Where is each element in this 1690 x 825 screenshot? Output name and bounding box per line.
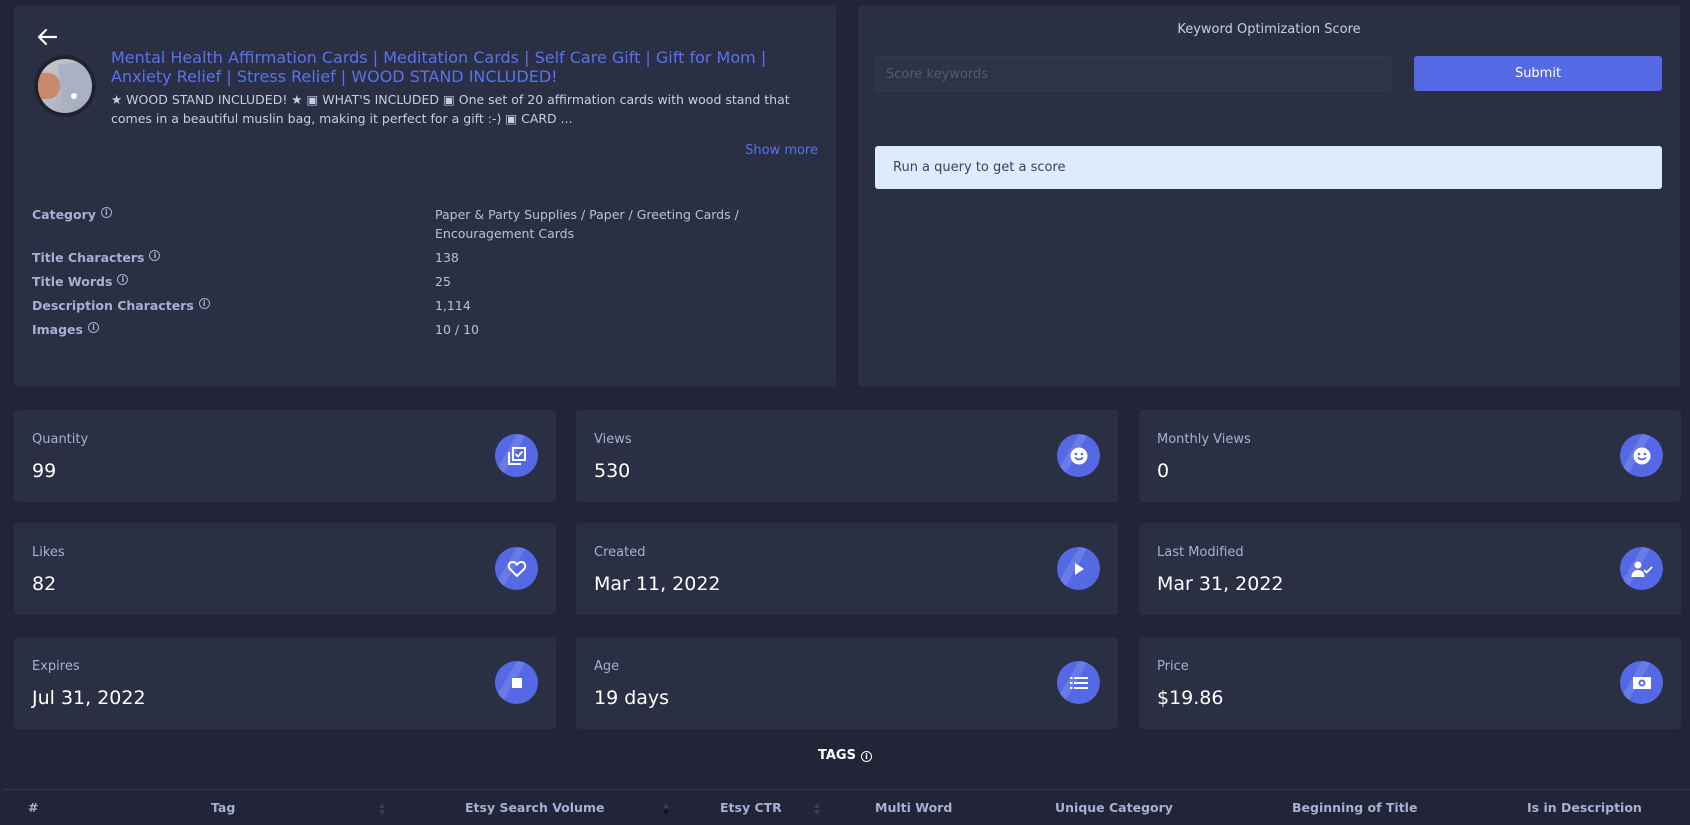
detail-row-title-characters: Title Characters i 138 bbox=[32, 248, 822, 267]
table-divider bbox=[3, 789, 1690, 790]
column-header-number: # bbox=[28, 800, 39, 815]
detail-value: 25 bbox=[435, 274, 451, 289]
column-header-etsy-search-volume[interactable]: Etsy Search Volume bbox=[465, 800, 604, 815]
info-icon[interactable]: i bbox=[87, 322, 99, 333]
sort-desc-icon[interactable] bbox=[662, 802, 670, 816]
stat-label: Quantity bbox=[32, 432, 89, 447]
info-icon[interactable]: i bbox=[100, 207, 112, 218]
show-more-link[interactable]: Show more bbox=[745, 143, 818, 158]
stat-label: Price bbox=[1157, 659, 1189, 674]
smiley-icon bbox=[1057, 434, 1100, 477]
detail-value: Paper & Party Supplies / Paper / Greetin… bbox=[435, 207, 739, 241]
detail-row-description-characters: Description Characters i 1,114 bbox=[32, 296, 822, 315]
detail-value: 10 / 10 bbox=[435, 322, 479, 337]
info-icon[interactable]: i bbox=[117, 274, 129, 285]
detail-value: 1,114 bbox=[435, 298, 471, 313]
column-header-is-in-description: Is in Description bbox=[1527, 800, 1642, 815]
stat-card-price: Price $19.86 bbox=[1139, 637, 1681, 729]
heart-icon bbox=[495, 547, 538, 590]
stat-label: Expires bbox=[32, 659, 80, 674]
stat-label: Likes bbox=[32, 545, 65, 560]
stop-icon bbox=[495, 661, 538, 704]
listing-panel: Mental Health Affirmation Cards | Medita… bbox=[14, 5, 836, 387]
stat-label: Created bbox=[594, 545, 646, 560]
listing-title-link[interactable]: Mental Health Affirmation Cards | Medita… bbox=[111, 48, 831, 86]
stat-card-created: Created Mar 11, 2022 bbox=[576, 523, 1118, 615]
stat-card-views: Views 530 bbox=[576, 410, 1118, 502]
stat-card-quantity: Quantity 99 bbox=[14, 410, 556, 502]
back-button[interactable] bbox=[34, 25, 60, 49]
keyword-score-panel: Keyword Optimization Score Submit Run a … bbox=[858, 5, 1680, 387]
column-header-tag[interactable]: Tag bbox=[211, 800, 235, 815]
listing-details: Category i Paper & Party Supplies / Paper… bbox=[32, 205, 822, 344]
detail-label: Description Characters bbox=[32, 298, 194, 313]
smiley-icon bbox=[1620, 434, 1663, 477]
submit-button[interactable]: Submit bbox=[1414, 56, 1662, 91]
detail-row-category: Category i Paper & Party Supplies / Paper… bbox=[32, 205, 822, 243]
stat-card-last-modified: Last Modified Mar 31, 2022 bbox=[1139, 523, 1681, 615]
info-icon[interactable]: i bbox=[149, 250, 161, 261]
column-header-multi-word: Multi Word bbox=[875, 800, 953, 815]
tags-table-header: # Tag Etsy Search Volume Etsy CTR Multi … bbox=[0, 800, 1690, 825]
stat-value: 82 bbox=[32, 573, 57, 595]
sort-icon[interactable] bbox=[813, 802, 821, 816]
stat-label: Last Modified bbox=[1157, 545, 1244, 560]
detail-label: Category bbox=[32, 207, 96, 222]
keyword-score-title: Keyword Optimization Score bbox=[1177, 22, 1361, 37]
listing-description: ★ WOOD STAND INCLUDED! ★ ▣ WHAT'S INCLUD… bbox=[111, 92, 790, 126]
detail-value: 138 bbox=[435, 250, 459, 265]
column-header-unique-category: Unique Category bbox=[1055, 800, 1173, 815]
tags-section-title: TAGS i bbox=[0, 748, 1690, 763]
detail-label: Title Characters bbox=[32, 250, 145, 265]
stat-card-monthly-views: Monthly Views 0 bbox=[1139, 410, 1681, 502]
list-icon bbox=[1057, 661, 1100, 704]
stat-value: 99 bbox=[32, 460, 57, 482]
money-icon bbox=[1620, 661, 1663, 704]
stat-value: 530 bbox=[594, 460, 631, 482]
play-icon bbox=[1057, 547, 1100, 590]
stat-value: 19 days bbox=[594, 687, 670, 709]
stat-value: Mar 31, 2022 bbox=[1157, 573, 1284, 595]
info-icon[interactable]: i bbox=[860, 751, 872, 762]
stat-label: Monthly Views bbox=[1157, 432, 1251, 447]
detail-row-images: Images i 10 / 10 bbox=[32, 320, 822, 339]
stat-value: Mar 11, 2022 bbox=[594, 573, 721, 595]
copy-check-icon bbox=[495, 434, 538, 477]
user-check-icon bbox=[1620, 547, 1663, 590]
score-result-alert: Run a query to get a score bbox=[875, 146, 1662, 189]
stat-card-likes: Likes 82 bbox=[14, 523, 556, 615]
stat-card-age: Age 19 days bbox=[576, 637, 1118, 729]
stat-value: Jul 31, 2022 bbox=[32, 687, 146, 709]
detail-label: Title Words bbox=[32, 274, 113, 289]
stat-value: $19.86 bbox=[1157, 687, 1224, 709]
column-header-etsy-ctr[interactable]: Etsy CTR bbox=[720, 800, 782, 815]
info-icon[interactable]: i bbox=[198, 298, 210, 309]
detail-row-title-words: Title Words i 25 bbox=[32, 272, 822, 291]
tags-title-text: TAGS bbox=[818, 748, 856, 763]
arrow-left-icon bbox=[37, 28, 58, 46]
score-keywords-input[interactable] bbox=[875, 56, 1391, 92]
stat-card-expires: Expires Jul 31, 2022 bbox=[14, 637, 556, 729]
detail-label: Images bbox=[32, 322, 83, 337]
column-header-beginning-of-title: Beginning of Title bbox=[1292, 800, 1418, 815]
sort-icon[interactable] bbox=[378, 802, 386, 816]
listing-thumbnail bbox=[34, 55, 96, 117]
stat-value: 0 bbox=[1157, 460, 1170, 482]
stat-label: Age bbox=[594, 659, 620, 674]
stat-label: Views bbox=[594, 432, 632, 447]
